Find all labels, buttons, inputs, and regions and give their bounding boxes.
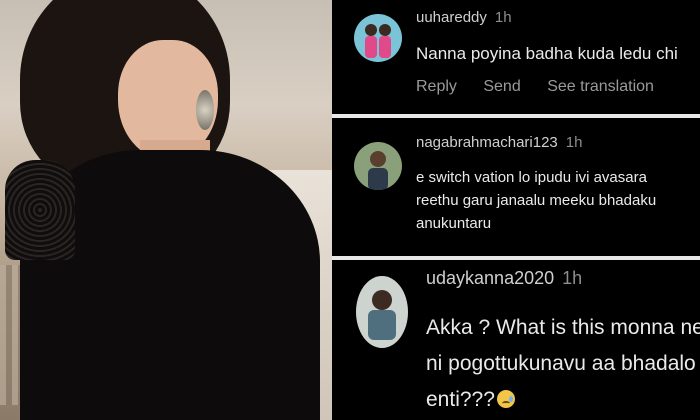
post-photo <box>0 0 332 420</box>
lace-sleeve <box>5 160 75 260</box>
comment-time: 1h <box>562 268 583 288</box>
comment-time: 1h <box>565 134 583 151</box>
comment-item: udaykanna2020 1h Akka ? What is this monn… <box>332 260 700 420</box>
comment-username[interactable]: nagabrahmachari123 1h <box>416 134 582 151</box>
comment-time: 1h <box>494 9 512 26</box>
comment-actions: Reply Send See translation <box>416 78 676 96</box>
send-button[interactable]: Send <box>483 78 520 95</box>
comment-item: nagabrahmachari123 1h e switch vation lo … <box>332 118 700 256</box>
see-translation-button[interactable]: See translation <box>547 78 654 95</box>
comment-text: Akka ? What is this monna ney ni pogottu… <box>426 316 700 411</box>
crying-face-icon <box>496 390 515 408</box>
earring <box>196 90 214 130</box>
user-avatar[interactable] <box>356 276 408 348</box>
comment-item: uuhareddy 1h Nanna poyina badha kuda ledu… <box>332 0 700 122</box>
comment-text: Nanna poyina badha kuda ledu chi <box>416 44 678 63</box>
user-avatar[interactable] <box>354 142 402 190</box>
reply-button[interactable]: Reply <box>416 78 457 95</box>
user-avatar[interactable] <box>354 14 402 62</box>
comments-panel: uuhareddy 1h Nanna poyina badha kuda ledu… <box>332 0 700 420</box>
comment-text: e switch vation lo ipudu ivi avasara ree… <box>416 169 657 232</box>
comment-username[interactable]: uuhareddy 1h <box>416 9 512 26</box>
comment-username[interactable]: udaykanna2020 1h <box>426 268 582 289</box>
